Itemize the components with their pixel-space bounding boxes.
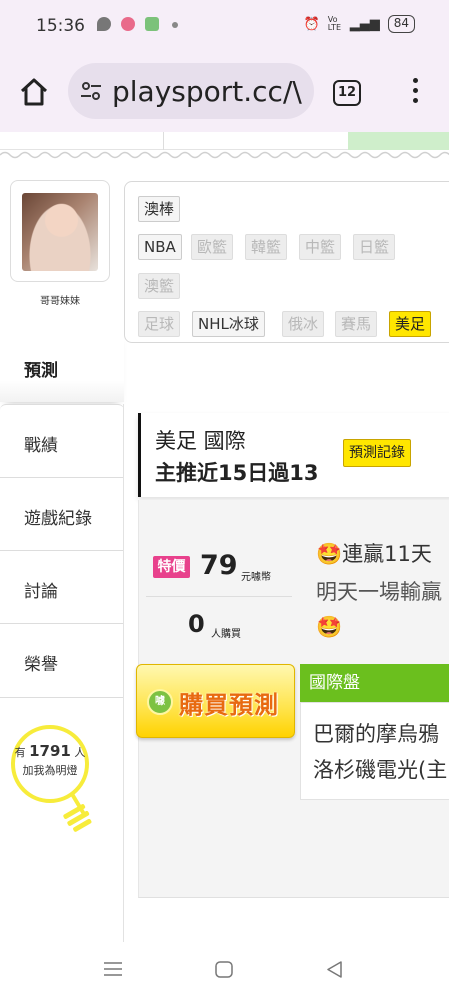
price-unit: 元噱幣 xyxy=(241,572,271,583)
nav-tab-label: 戰績 xyxy=(24,436,58,456)
column-divider xyxy=(123,404,124,944)
follow-caption[interactable]: 加我為明燈 xyxy=(10,762,90,778)
promo-line-3: 🤩 xyxy=(316,615,343,639)
site-settings-icon[interactable] xyxy=(80,81,102,101)
nav-tab-label: 榮譽 xyxy=(24,655,58,675)
follower-prefix: 有 xyxy=(14,746,26,759)
filter-chip-american-football[interactable]: 美足 xyxy=(389,311,432,337)
home-icon[interactable] xyxy=(18,77,50,107)
status-bar: 15:36 ⏰ Vo LTE ▂▄▆ 84 xyxy=(0,0,449,50)
filter-chip-japan-basketball: 日籃 xyxy=(353,234,396,260)
nav-tab-game-log[interactable]: 遊戲紀錄 xyxy=(0,477,124,551)
clock: 15:36 xyxy=(36,16,85,36)
avatar[interactable] xyxy=(22,193,98,271)
prediction-title: 美足 國際 xyxy=(155,429,246,453)
buyers-count: 0 xyxy=(188,610,205,638)
avatar-card[interactable] xyxy=(10,180,110,282)
recent-apps-icon[interactable] xyxy=(104,961,122,977)
filter-chip-russia-hockey: 俄冰 xyxy=(282,311,325,337)
filter-chip-nba[interactable]: NBA xyxy=(138,234,182,260)
follower-suffix: 人 xyxy=(74,746,86,759)
address-bar[interactable]: playsport.cc/\ xyxy=(68,63,314,119)
home-team: 洛杉磯電光(主 xyxy=(313,758,448,782)
home-nav-icon[interactable] xyxy=(215,961,233,978)
filter-chip-horse-racing: 賽馬 xyxy=(335,311,378,337)
prediction-header: 美足 國際 主推近15日過13 預測記錄 xyxy=(138,413,449,497)
store-notification-icon xyxy=(145,17,159,31)
page-top-strip xyxy=(0,132,449,150)
filter-chip-euro-basketball: 歐籃 xyxy=(191,234,234,260)
signal-icon: ▂▄▆ xyxy=(349,16,380,32)
url-text: playsport.cc/\ xyxy=(112,74,302,108)
away-team: 巴爾的摩烏鴉 xyxy=(313,722,439,746)
tab-switcher-button[interactable]: 12 xyxy=(333,80,361,106)
wavy-divider xyxy=(0,151,449,159)
nav-tab-discussion[interactable]: 討論 xyxy=(0,550,124,624)
follower-number: 1791 xyxy=(29,742,71,760)
buy-prediction-label: 購買預測 xyxy=(179,691,279,719)
sport-filter-panel: 澳棒 NBA 歐籃 韓籃 中籃 日籃 澳籃 足球 NHL冰球 俄冰 賽馬 美足 xyxy=(124,181,449,343)
user-nickname[interactable]: 哥哥妹妹 xyxy=(10,292,110,307)
filter-chip-nhl[interactable]: NHL冰球 xyxy=(192,311,265,337)
filter-chip-china-basketball: 中籃 xyxy=(299,234,342,260)
nav-tab-label: 遊戲紀錄 xyxy=(24,509,92,529)
volte-label: Vo LTE xyxy=(327,15,342,32)
browser-toolbar: playsport.cc/\ 12 xyxy=(0,50,449,132)
nav-tab-label: 討論 xyxy=(24,582,58,602)
market-body xyxy=(300,702,449,800)
buy-prediction-button[interactable]: 噱 購買預測 xyxy=(136,664,295,738)
market-header: 國際盤 xyxy=(300,664,449,702)
filter-chip-au-baseball[interactable]: 澳棒 xyxy=(138,196,181,222)
nav-tab-predictions[interactable]: 預測 xyxy=(0,330,124,402)
nav-tab-label: 預測 xyxy=(24,361,58,381)
nav-tab-honors[interactable]: 榮譽 xyxy=(0,623,124,698)
promo-line-2: 明天一場輸贏 xyxy=(316,580,442,604)
filter-chip-soccer: 足球 xyxy=(138,311,181,337)
coin-icon: 噱 xyxy=(147,689,173,715)
battery-icon: 84 xyxy=(387,15,415,33)
prediction-record-button[interactable]: 預測記錄 xyxy=(343,439,411,467)
filter-chip-korea-basketball: 韓籃 xyxy=(245,234,288,260)
filter-chip-au-basketball: 澳籃 xyxy=(138,273,181,299)
chat-notification-icon xyxy=(97,17,111,31)
back-icon[interactable] xyxy=(326,961,343,978)
prediction-subtitle: 主推近15日過13 xyxy=(155,461,319,485)
more-notifications-dot-icon xyxy=(172,22,178,28)
alarm-icon: ⏰ xyxy=(303,16,320,32)
nav-tab-record[interactable]: 戰績 xyxy=(0,404,124,478)
price-value: 79 xyxy=(200,550,238,581)
system-navigation-bar xyxy=(0,942,449,1000)
follower-count: 有 1791 人 xyxy=(10,742,90,760)
app-notification-icon xyxy=(121,17,135,31)
price-divider xyxy=(146,596,292,597)
top-tab-highlight[interactable] xyxy=(348,132,449,150)
sale-badge: 特價 xyxy=(153,556,190,578)
overflow-menu-icon[interactable] xyxy=(410,78,420,106)
promo-line-1: 🤩連贏11天 xyxy=(316,542,432,566)
buyers-unit: 人購買 xyxy=(211,629,241,640)
